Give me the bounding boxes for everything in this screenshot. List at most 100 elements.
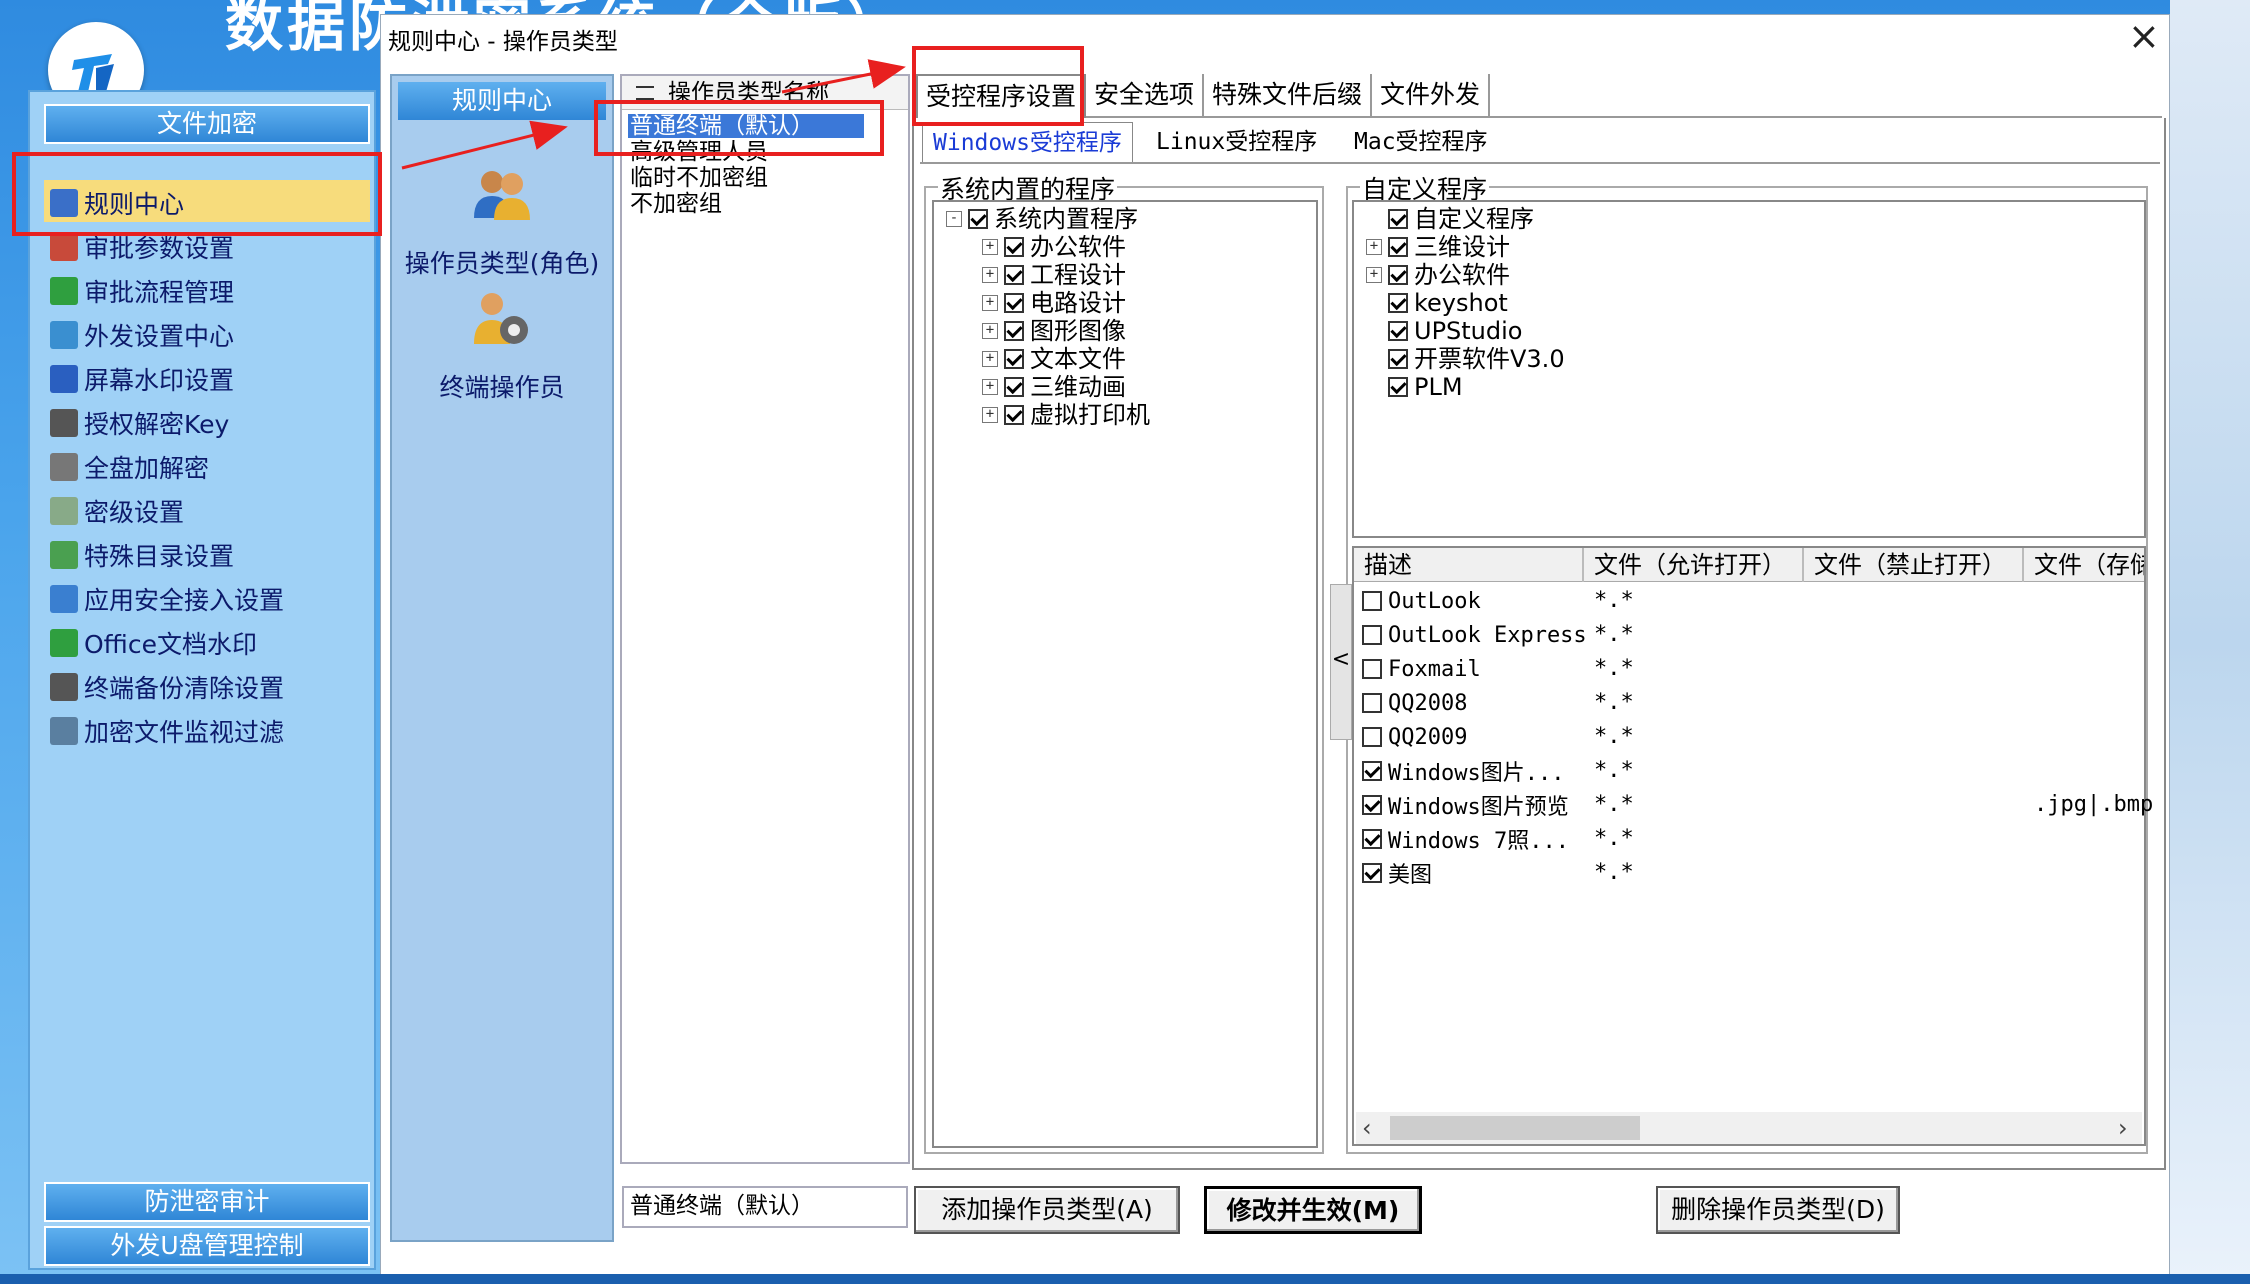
sidebar-item-4[interactable]: 屏幕水印设置: [50, 360, 234, 398]
checkbox[interactable]: [1004, 265, 1024, 285]
scrollbar-thumb[interactable]: [1390, 1116, 1640, 1140]
checkbox[interactable]: [1388, 237, 1408, 257]
custom-node[interactable]: 开票软件V3.0: [1366, 346, 1565, 372]
sidebar-item-7[interactable]: 密级设置: [50, 492, 184, 530]
users-icon[interactable]: [470, 166, 534, 224]
row-checkbox[interactable]: [1362, 625, 1382, 645]
table-row[interactable]: OutLook Express: [1362, 620, 1587, 650]
expand-node-icon[interactable]: +: [982, 407, 998, 423]
builtin-node[interactable]: + 电路设计: [982, 290, 1126, 316]
checkbox[interactable]: [1004, 321, 1024, 341]
custom-node[interactable]: keyshot: [1366, 290, 1508, 316]
tab-special-suffix[interactable]: 特殊文件后缀: [1204, 74, 1373, 116]
checkbox[interactable]: [1388, 265, 1408, 285]
expand-node-icon[interactable]: +: [982, 295, 998, 311]
checkbox[interactable]: [1388, 377, 1408, 397]
subtab-mac[interactable]: Mac受控程序: [1344, 122, 1498, 162]
table-row[interactable]: Windows图片预览: [1362, 790, 1569, 820]
row-checkbox[interactable]: [1362, 829, 1382, 849]
row-checkbox[interactable]: [1362, 795, 1382, 815]
collapse-toggle[interactable]: <: [1330, 584, 1352, 740]
operator-type-item[interactable]: 不加密组: [630, 192, 722, 216]
custom-root-node[interactable]: 自定义程序: [1366, 206, 1534, 232]
custom-node[interactable]: + 办公软件: [1366, 262, 1510, 288]
table-row[interactable]: QQ2009: [1362, 722, 1467, 752]
scroll-right-icon[interactable]: ›: [2118, 1112, 2128, 1144]
tab-security-options[interactable]: 安全选项: [1086, 74, 1205, 116]
sidebar-item-3[interactable]: 外发设置中心: [50, 316, 234, 354]
expand-node-icon[interactable]: +: [982, 323, 998, 339]
table-row[interactable]: 美图: [1362, 858, 1432, 888]
row-checkbox[interactable]: [1362, 693, 1382, 713]
column-allow-open[interactable]: 文件（允许打开）: [1584, 548, 1804, 582]
expand-node-icon[interactable]: +: [1366, 267, 1382, 283]
table-row[interactable]: Foxmail: [1362, 654, 1481, 684]
custom-node[interactable]: PLM: [1366, 374, 1463, 400]
builtin-node[interactable]: + 三维动画: [982, 374, 1126, 400]
rules-panel-header[interactable]: 规则中心: [398, 82, 606, 120]
checkbox[interactable]: [1388, 293, 1408, 313]
checkbox[interactable]: [1004, 377, 1024, 397]
add-operator-type-button[interactable]: 添加操作员类型(A): [914, 1186, 1180, 1234]
expand-node-icon[interactable]: +: [982, 379, 998, 395]
expand-node-icon[interactable]: +: [982, 351, 998, 367]
checkbox[interactable]: [1388, 321, 1408, 341]
modify-apply-button[interactable]: 修改并生效(M): [1204, 1186, 1422, 1234]
expand-node-icon[interactable]: +: [982, 239, 998, 255]
sidebar-item-10[interactable]: Office文档水印: [50, 624, 257, 662]
checkbox[interactable]: [1004, 405, 1024, 425]
builtin-node[interactable]: + 工程设计: [982, 262, 1126, 288]
sidebar-item-12[interactable]: 加密文件监视过滤: [50, 712, 284, 750]
builtin-root-node[interactable]: - 系统内置程序: [946, 206, 1138, 232]
table-row[interactable]: Windows图片...: [1362, 756, 1564, 786]
operator-type-item[interactable]: 临时不加密组: [630, 166, 768, 190]
checkbox[interactable]: [1004, 293, 1024, 313]
sidebar-item-5[interactable]: 授权解密Key: [50, 404, 229, 442]
delete-operator-type-button[interactable]: 删除操作员类型(D): [1656, 1186, 1900, 1234]
table-row[interactable]: Windows 7照...: [1362, 824, 1569, 854]
scroll-left-icon[interactable]: ‹: [1362, 1112, 1372, 1144]
checkbox[interactable]: [1388, 209, 1408, 229]
user-gear-icon[interactable]: [470, 288, 534, 352]
sidebar-item-8[interactable]: 特殊目录设置: [50, 536, 234, 574]
checkbox[interactable]: [1004, 237, 1024, 257]
current-operator-type-field[interactable]: 普通终端（默认）: [622, 1186, 908, 1228]
rules-item-operator-type[interactable]: 操作员类型(角色): [390, 244, 614, 280]
checkbox[interactable]: [1004, 349, 1024, 369]
table-row[interactable]: OutLook: [1362, 586, 1481, 616]
row-allow-pattern: *.*: [1594, 656, 1634, 681]
row-checkbox[interactable]: [1362, 863, 1382, 883]
builtin-node[interactable]: + 文本文件: [982, 346, 1126, 372]
subtab-windows[interactable]: Windows受控程序: [922, 122, 1133, 162]
sidebar-header-encrypt[interactable]: 文件加密: [44, 104, 370, 144]
custom-node[interactable]: UPStudio: [1366, 318, 1522, 344]
custom-node[interactable]: + 三维设计: [1366, 234, 1510, 260]
column-store[interactable]: 文件（存储: [2024, 548, 2144, 582]
sidebar-footer-audit[interactable]: 防泄密审计: [44, 1182, 370, 1222]
builtin-node[interactable]: + 办公软件: [982, 234, 1126, 260]
close-icon[interactable]: ×: [2128, 16, 2160, 56]
rules-item-terminal-operator[interactable]: 终端操作员: [390, 368, 614, 404]
sidebar-footer-usb[interactable]: 外发U盘管理控制: [44, 1226, 370, 1266]
row-checkbox[interactable]: [1362, 727, 1382, 747]
expand-node-icon[interactable]: +: [1366, 239, 1382, 255]
checkbox[interactable]: [1388, 349, 1408, 369]
sidebar-item-6[interactable]: 全盘加解密: [50, 448, 209, 486]
tree-node-label: 自定义程序: [1414, 205, 1534, 233]
column-deny-open[interactable]: 文件（禁止打开）: [1804, 548, 2024, 582]
sidebar-item-11[interactable]: 终端备份清除设置: [50, 668, 284, 706]
row-checkbox[interactable]: [1362, 659, 1382, 679]
collapse-node-icon[interactable]: -: [946, 211, 962, 227]
sidebar-item-9[interactable]: 应用安全接入设置: [50, 580, 284, 618]
column-description[interactable]: 描述: [1354, 548, 1584, 582]
tab-file-outgoing[interactable]: 文件外发: [1372, 74, 1491, 116]
builtin-node[interactable]: + 虚拟打印机: [982, 402, 1150, 428]
row-checkbox[interactable]: [1362, 591, 1382, 611]
row-checkbox[interactable]: [1362, 761, 1382, 781]
table-row[interactable]: QQ2008: [1362, 688, 1467, 718]
subtab-linux[interactable]: Linux受控程序: [1146, 122, 1327, 162]
sidebar-item-2[interactable]: 审批流程管理: [50, 272, 234, 310]
expand-node-icon[interactable]: +: [982, 267, 998, 283]
checkbox[interactable]: [968, 209, 988, 229]
builtin-node[interactable]: + 图形图像: [982, 318, 1126, 344]
